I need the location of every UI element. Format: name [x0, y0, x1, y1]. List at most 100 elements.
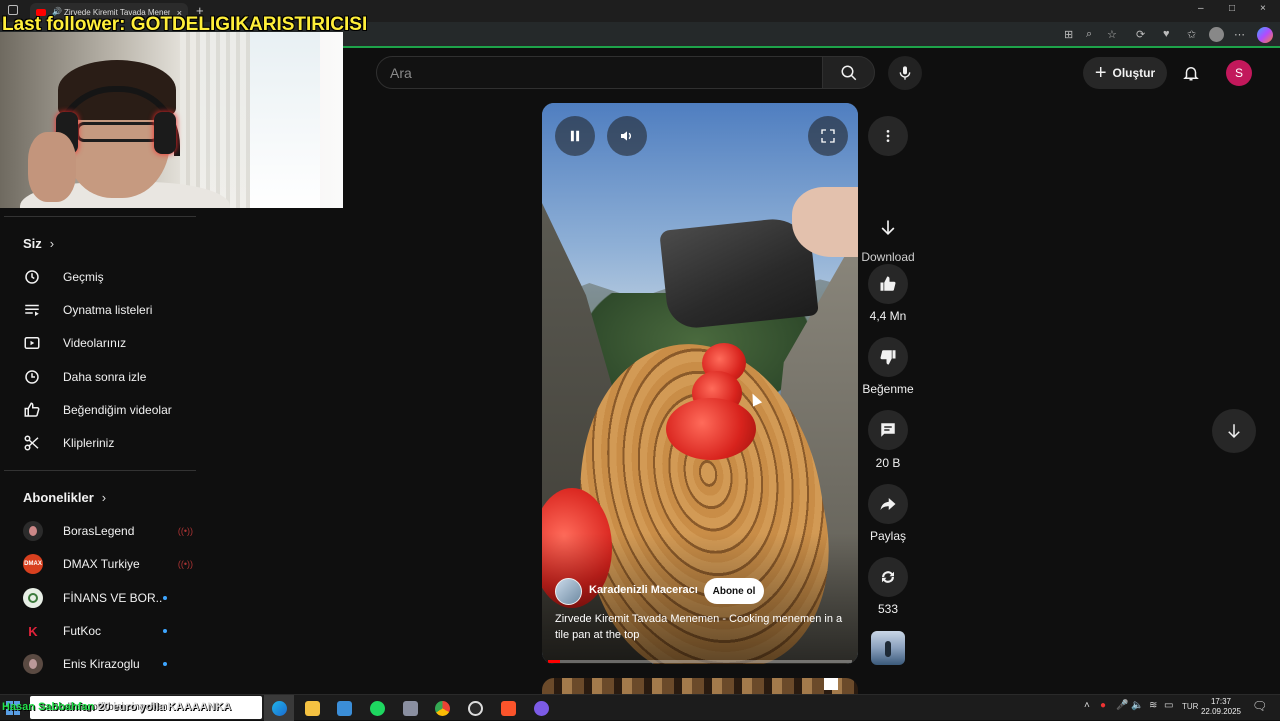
taskbar-clock-date[interactable]: 22.09.2025	[1200, 707, 1242, 716]
edge-browser-icon[interactable]	[269, 698, 289, 718]
channel-avatar	[23, 588, 43, 608]
voice-search-button[interactable]	[888, 56, 922, 90]
tray-chevron-icon[interactable]: ˄	[1084, 700, 1090, 711]
ticker-message: 20 euro yolla KAAAANKA	[94, 701, 232, 713]
calculator-icon[interactable]	[400, 698, 420, 718]
live-indicator-icon: ((•))	[177, 526, 193, 536]
sidebar-item-your-videos[interactable]: Videolarınız	[23, 331, 193, 355]
subscription-item-enis[interactable]: Enis Kirazoglu	[23, 652, 193, 676]
subscription-item-futkoc[interactable]: K FutKoc	[23, 619, 193, 643]
dislike-button[interactable]	[868, 337, 908, 377]
bell-icon	[1183, 67, 1199, 81]
shorts-video-player[interactable]: Karadenizli Maceracı Abone ol Zirvede Ki…	[542, 103, 858, 664]
plus-icon: +	[1094, 62, 1107, 84]
obs-icon[interactable]	[465, 698, 485, 718]
channel-avatar: DMAX	[23, 554, 43, 574]
tray-app-icon[interactable]: ●	[1100, 700, 1106, 711]
sidebar-divider	[4, 470, 196, 471]
sidebar-item-history[interactable]: Geçmiş	[23, 265, 193, 289]
fullscreen-button[interactable]	[808, 116, 848, 156]
watch-later-icon	[25, 370, 39, 384]
extensions-icon[interactable]: ⟳	[1136, 28, 1145, 41]
channel-name: FutKoc	[63, 624, 102, 638]
zoom-icon[interactable]: ⌕	[1086, 28, 1092, 41]
tray-network-icon[interactable]: ≋	[1149, 700, 1157, 711]
remix-icon	[882, 571, 894, 583]
search-icon	[841, 65, 856, 80]
pause-button[interactable]	[555, 116, 595, 156]
subscription-item-boraslegend[interactable]: BorasLegend ((•))	[23, 519, 193, 543]
sidebar-item-watch-later[interactable]: Daha sonra izle	[23, 365, 193, 389]
video-progress-fill	[548, 660, 561, 663]
search-button[interactable]	[822, 56, 875, 89]
discord-icon[interactable]	[531, 698, 551, 718]
video-channel-name[interactable]: Karadenizli Maceracı	[589, 584, 698, 596]
close-window-button[interactable]: ×	[1260, 3, 1266, 14]
search-input[interactable]: Ara	[376, 56, 823, 89]
sidebar-item-label: Oynatma listeleri	[63, 303, 153, 317]
subscription-item-dmax[interactable]: DMAX DMAX Turkiye ((•))	[23, 552, 193, 576]
create-label: Oluştur	[1112, 66, 1156, 80]
copilot-icon[interactable]	[1257, 27, 1273, 43]
browser-essentials-icon[interactable]: ♥	[1163, 28, 1170, 40]
subscribe-button[interactable]: Abone ol	[704, 578, 764, 604]
volume-button[interactable]	[607, 116, 647, 156]
file-explorer-icon[interactable]	[302, 698, 322, 718]
tray-battery-icon[interactable]: ▭	[1164, 700, 1173, 711]
browser-profile-icon[interactable]	[1209, 27, 1224, 42]
tray-microphone-icon[interactable]: 🎤	[1116, 700, 1128, 711]
more-actions-button[interactable]	[868, 116, 908, 156]
minimize-button[interactable]: –	[1198, 3, 1204, 14]
chevron-right-icon: ›	[49, 236, 55, 251]
liked-icon	[24, 402, 40, 417]
download-button[interactable]	[874, 214, 902, 242]
share-icon	[880, 498, 896, 510]
like-button[interactable]	[868, 264, 908, 304]
remix-button[interactable]	[868, 557, 908, 597]
store-icon[interactable]	[334, 698, 354, 718]
share-label: Paylaş	[869, 529, 907, 543]
notifications-button[interactable]	[1178, 60, 1204, 86]
tray-volume-icon[interactable]: 🔈	[1131, 700, 1143, 711]
language-indicator[interactable]: TUR	[1182, 702, 1198, 711]
favorite-star-icon[interactable]: ☆	[1107, 28, 1117, 41]
favorites-icon[interactable]: ✩	[1187, 28, 1196, 41]
live-indicator-icon: ((•))	[177, 559, 193, 569]
brave-icon[interactable]	[498, 698, 518, 718]
share-button[interactable]	[868, 484, 908, 524]
more-vertical-icon	[886, 130, 890, 142]
sidebar-item-label: Geçmiş	[63, 270, 104, 284]
arrow-down-icon	[1228, 424, 1240, 439]
notifications-icon[interactable]: 🗨	[1252, 699, 1267, 713]
comments-button[interactable]	[868, 410, 908, 450]
sidebar-item-liked-videos[interactable]: Beğendiğim videolar	[23, 398, 193, 422]
dislike-label: Beğenme	[862, 382, 914, 396]
chevron-right-icon: ›	[101, 490, 107, 505]
app-available-icon[interactable]: ⊞	[1064, 28, 1073, 41]
webcam-overlay	[0, 32, 343, 208]
sidebar-item-label: Klipleriniz	[63, 436, 115, 450]
subscription-item-finans[interactable]: FİNANS VE BOR...	[23, 586, 193, 610]
video-progress-bar[interactable]	[548, 660, 852, 663]
sidebar-you-heading[interactable]: Siz ›	[23, 236, 54, 251]
sidebar-subscriptions-heading[interactable]: Abonelikler ›	[23, 490, 106, 505]
channel-name: BorasLegend	[63, 524, 135, 538]
fullscreen-icon	[821, 129, 835, 143]
video-title[interactable]: Zirvede Kiremit Tavada Menemen - Cooking…	[555, 611, 855, 643]
sidebar-item-playlists[interactable]: Oynatma listeleri	[23, 298, 193, 322]
maximize-button[interactable]: □	[1229, 3, 1235, 14]
spotify-icon[interactable]	[367, 698, 387, 718]
more-options-icon[interactable]: ⋯	[1234, 28, 1245, 41]
sound-source-thumbnail[interactable]	[871, 631, 905, 665]
taskbar-clock-time[interactable]: 17:37	[1204, 697, 1238, 706]
download-icon	[881, 220, 895, 236]
account-avatar[interactable]: S	[1226, 60, 1252, 86]
next-video-button[interactable]	[1212, 409, 1256, 453]
sidebar-item-clips[interactable]: Klipleriniz	[23, 431, 193, 455]
chrome-icon[interactable]	[432, 698, 452, 718]
volume-icon	[621, 131, 631, 141]
remix-count: 533	[877, 602, 899, 616]
ticker-donor-name: Hasan Sabbahfan	[2, 701, 95, 713]
create-button[interactable]: + Oluştur	[1083, 57, 1167, 89]
video-channel-avatar[interactable]	[555, 578, 582, 605]
